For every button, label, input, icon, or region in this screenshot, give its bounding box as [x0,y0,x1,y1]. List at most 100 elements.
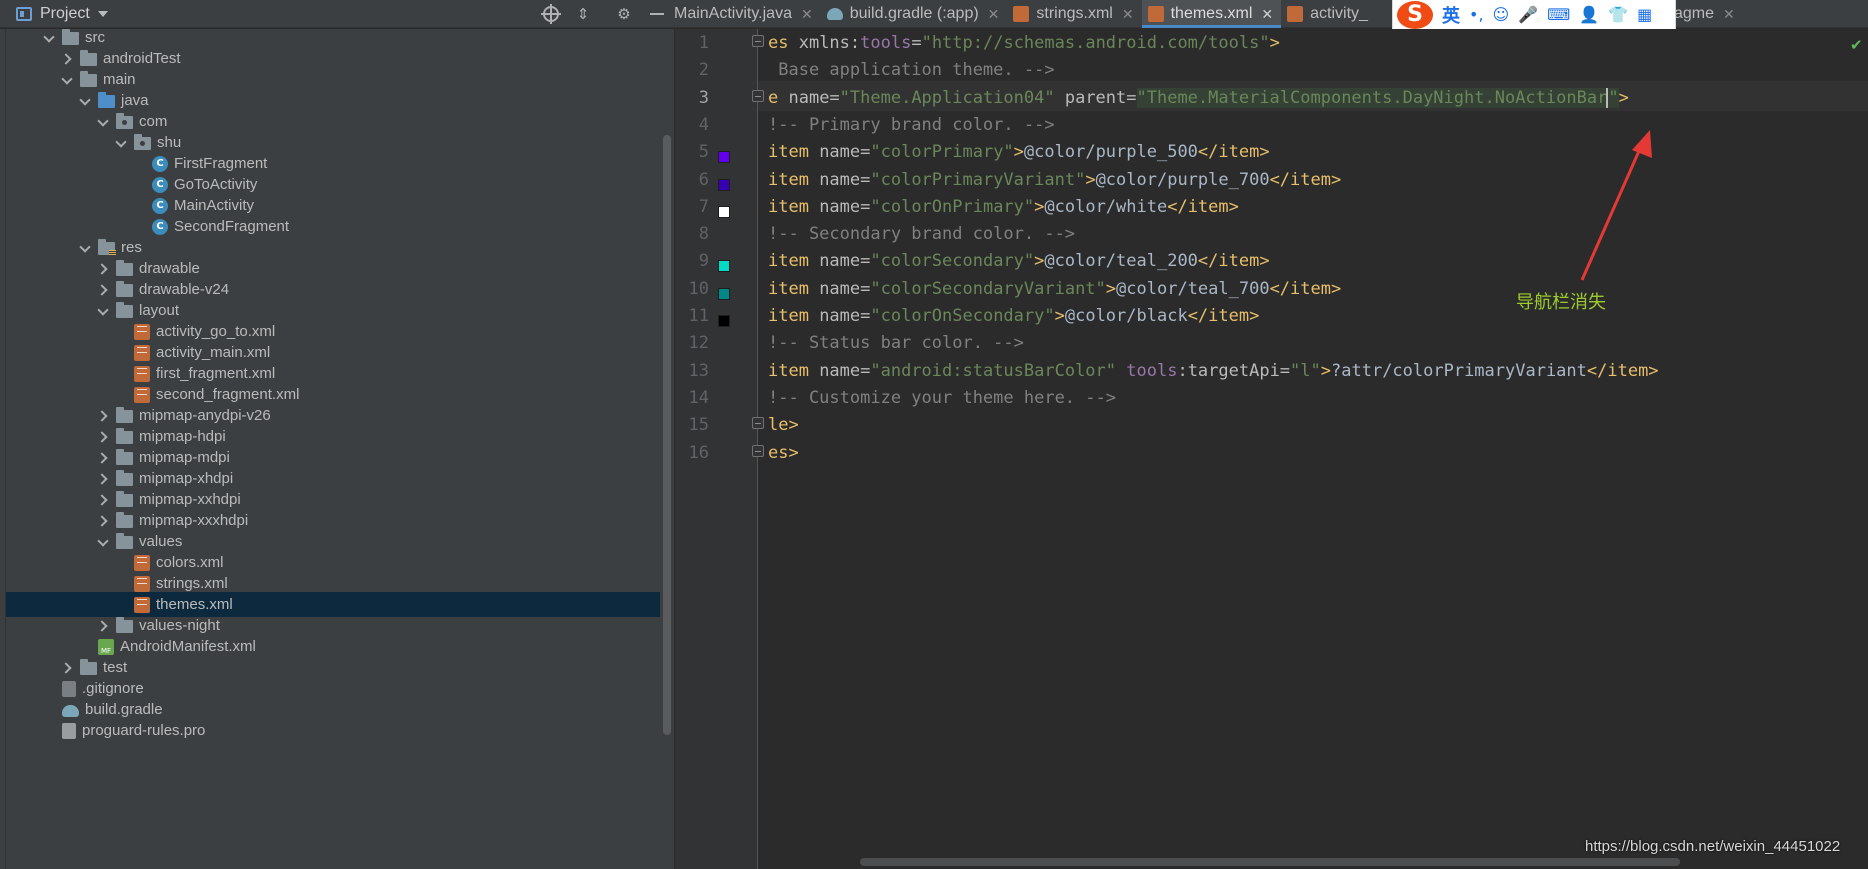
close-icon[interactable]: ✕ [1261,6,1273,23]
color-swatch-icon[interactable] [718,315,730,327]
code-line[interactable]: !-- Secondary brand color. --> [768,219,1075,249]
code-line[interactable]: item name="colorOnSecondary">@color/blac… [768,301,1259,331]
chevron-down-icon[interactable] [116,138,126,148]
code-token: ?attr/colorPrimaryVariant [1331,360,1587,381]
code-line[interactable]: es xmlns:tools="http://schemas.android.c… [768,29,1280,58]
annotation-arrow [1580,130,1652,281]
tab-activity-[interactable]: activity_✕ [1281,0,1376,28]
code-token: </item> [1269,169,1342,190]
ime-language-toggle[interactable]: 英 [1442,2,1460,28]
gear-icon[interactable]: ⚙ [613,4,635,24]
close-icon[interactable]: ✕ [1122,6,1134,23]
folder-icon [116,511,133,528]
code-line[interactable]: !-- Status bar color. --> [768,328,1024,358]
tree-item-label: GoToActivity [174,176,258,193]
chevron-right-icon[interactable] [98,285,108,295]
tree-item-proguard-rules-pro[interactable]: proguard-rules.pro [6,718,666,743]
line-number: 10 [688,278,709,299]
chevron-down-icon[interactable] [98,306,108,316]
inspection-ok-icon[interactable]: ✔ [1850,36,1863,54]
chevron-right-icon[interactable] [98,621,108,631]
chevron-right-icon[interactable] [98,516,108,526]
java-class-icon: C [152,155,168,172]
code-token: "l" [1290,360,1321,381]
code-line[interactable]: item name="android:statusBarColor" tools… [768,356,1659,386]
tree-item-label: proguard-rules.pro [82,722,206,739]
user-icon[interactable]: 👤 [1579,5,1599,24]
locate-file-icon[interactable] [540,4,562,24]
code-token: </item> [1197,142,1270,163]
tab-themes-xml[interactable]: themes.xml ✕ [1141,0,1282,28]
code-line[interactable]: item name="colorPrimary">@color/purple_5… [768,137,1270,167]
code-line[interactable]: le> [768,410,799,440]
xml-file-icon [134,365,150,382]
code-token: > [1034,196,1045,217]
code-line[interactable]: item name="colorSecondary">@color/teal_2… [768,246,1270,276]
gradle-icon [826,8,843,20]
sogou-logo-icon[interactable]: S [1397,0,1433,29]
folder-icon [80,658,97,675]
chevron-down-icon[interactable] [80,96,90,106]
color-swatch-icon[interactable] [718,178,730,191]
skin-icon[interactable]: 👕 [1608,5,1628,24]
code-line[interactable]: es> [768,438,799,468]
chevron-right-icon[interactable] [98,453,108,463]
xml-file-icon [134,554,150,571]
code-editor[interactable]: 1 es xmlns:tools="http://schemas.android.… [675,29,1868,869]
punctuation-icon[interactable]: •, [1469,5,1484,24]
close-icon[interactable]: ✕ [988,6,1000,23]
close-icon[interactable]: ✕ [801,6,813,23]
chevron-right-icon[interactable] [98,432,108,442]
code-line[interactable]: Base application theme. --> [768,55,1054,85]
chevron-down-icon[interactable] [44,33,54,43]
tree-scrollbar-thumb[interactable] [663,135,671,735]
folder-icon [62,29,79,45]
code-line[interactable]: item name="colorSecondaryVariant">@color… [768,274,1341,304]
color-swatch-icon[interactable] [718,260,730,273]
xml-file-icon [1287,6,1304,22]
code-token: item [768,142,809,163]
chevron-right-icon[interactable] [98,264,108,274]
microphone-icon[interactable]: 🎤 [1518,5,1538,24]
line-number: 7 [698,196,709,217]
code-line[interactable]: item name="colorOnPrimary">@color/white<… [768,192,1239,222]
tree-item-label: AndroidManifest.xml [120,638,256,655]
chevron-down-icon[interactable] [97,11,108,17]
code-line[interactable]: !-- Customize your theme here. --> [768,383,1116,413]
chevron-down-icon[interactable] [80,243,90,253]
line-number: 6 [698,169,709,190]
code-line[interactable]: !-- Primary brand color. --> [768,110,1055,140]
chevron-right-icon[interactable] [98,411,108,421]
code-token: item [768,306,809,326]
code-token: parent= [1054,87,1137,108]
keyboard-icon[interactable]: ⌨ [1547,5,1570,24]
tree-item-label: src [85,29,105,46]
code-line[interactable]: item name="colorPrimaryVariant">@color/p… [768,165,1341,195]
color-swatch-icon[interactable] [718,151,730,164]
emoji-icon[interactable]: ☺ [1493,5,1510,24]
code-line[interactable]: e name="Theme.Application04" parent="The… [768,83,1629,113]
manifest-file-icon: MF [98,638,114,655]
fold-marker-icon[interactable] [752,417,764,430]
chevron-down-icon[interactable] [62,75,72,85]
editor-horizontal-scrollbar[interactable] [860,858,1680,866]
color-swatch-icon[interactable] [718,287,730,300]
tab-mainactivity-java[interactable]: MainActivity.java ✕ [674,0,821,28]
fold-marker-icon[interactable] [752,444,764,457]
chevron-right-icon[interactable] [98,495,108,505]
close-icon[interactable]: ✕ [1723,6,1735,23]
chevron-down-icon[interactable] [98,117,108,127]
chevron-right-icon[interactable] [62,54,72,64]
fold-marker-icon[interactable] [752,35,764,47]
chevron-down-icon[interactable] [98,537,108,547]
fold-marker-icon[interactable] [752,89,764,102]
collapse-all-icon[interactable]: ⇕ [572,4,594,24]
hide-panel-icon[interactable] [646,4,668,24]
chevron-right-icon[interactable] [62,663,72,673]
color-swatch-icon[interactable] [718,205,730,218]
project-view-selector[interactable]: Project [40,5,90,23]
tab-strings-xml[interactable]: strings.xml ✕ [1007,0,1141,28]
chevron-right-icon[interactable] [98,474,108,484]
tab-build-gradle-app-[interactable]: build.gradle (:app) ✕ [821,0,1008,28]
toolbox-icon[interactable]: ▦ [1637,5,1652,24]
